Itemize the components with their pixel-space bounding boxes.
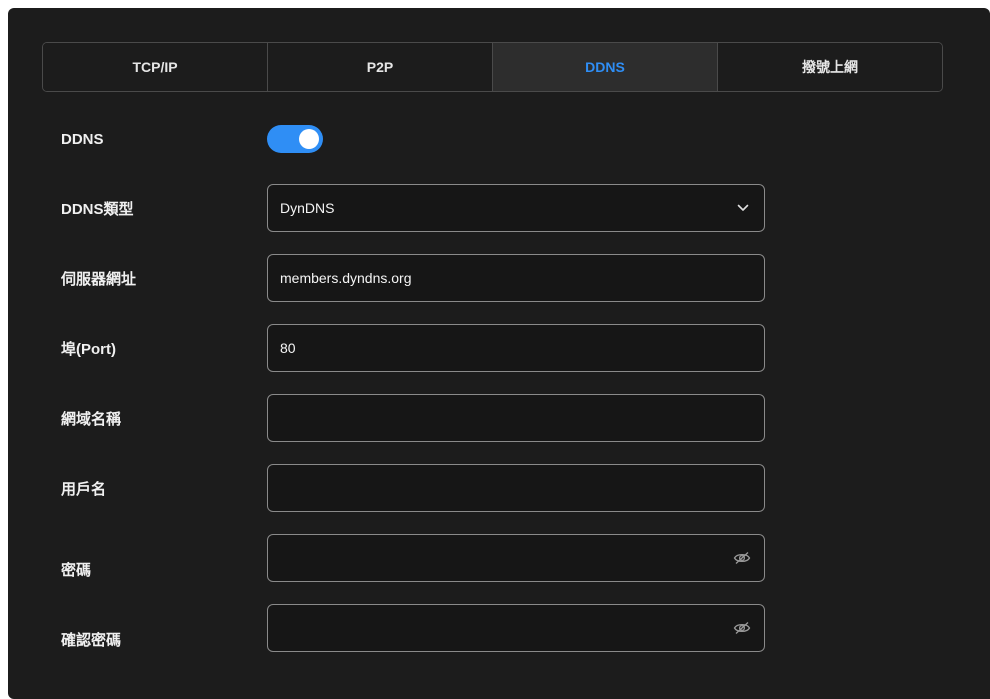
- domain-row: 網域名稱: [61, 394, 765, 442]
- username-row: 用戶名: [61, 464, 765, 512]
- chevron-down-icon: [734, 199, 752, 217]
- tab-p2p[interactable]: P2P: [268, 43, 493, 91]
- port-label: 埠(Port): [61, 340, 116, 358]
- confirm-password-row: 確認密碼: [61, 604, 765, 652]
- port-input[interactable]: 80: [267, 324, 765, 372]
- port-row: 埠(Port) 80: [61, 324, 765, 372]
- confirm-password-input[interactable]: [267, 604, 765, 652]
- ddns-type-row: DDNS類型 DynDNS: [61, 184, 765, 232]
- username-label: 用戶名: [61, 480, 107, 498]
- ddns-toggle[interactable]: [267, 125, 323, 153]
- confirm-password-label: 確認密碼: [61, 631, 122, 649]
- password-label: 密碼: [61, 561, 92, 579]
- ddns-type-value: DynDNS: [280, 200, 335, 216]
- username-input[interactable]: [267, 464, 765, 512]
- eye-off-icon[interactable]: [732, 549, 752, 567]
- tab-dialup[interactable]: 撥號上網: [718, 43, 942, 91]
- eye-off-icon[interactable]: [732, 619, 752, 637]
- server-input[interactable]: members.dyndns.org: [267, 254, 765, 302]
- ddns-row: DDNS: [61, 124, 323, 154]
- server-label: 伺服器網址: [61, 270, 137, 288]
- password-input[interactable]: [267, 534, 765, 582]
- ddns-type-label: DDNS類型: [61, 200, 134, 218]
- server-value: members.dyndns.org: [280, 270, 412, 286]
- network-tabs: TCP/IP P2P DDNS 撥號上網: [42, 42, 943, 92]
- password-row: 密碼: [61, 534, 765, 582]
- domain-label: 網域名稱: [61, 410, 122, 428]
- tab-tcpip[interactable]: TCP/IP: [43, 43, 268, 91]
- server-row: 伺服器網址 members.dyndns.org: [61, 254, 765, 302]
- tab-ddns[interactable]: DDNS: [493, 43, 718, 91]
- ddns-label: DDNS: [61, 130, 104, 148]
- domain-input[interactable]: [267, 394, 765, 442]
- port-value: 80: [280, 340, 296, 356]
- toggle-knob: [299, 129, 319, 149]
- ddns-settings-panel: TCP/IP P2P DDNS 撥號上網 DDNS DDNS類型 DynDNS …: [8, 8, 990, 699]
- ddns-type-select[interactable]: DynDNS: [267, 184, 765, 232]
